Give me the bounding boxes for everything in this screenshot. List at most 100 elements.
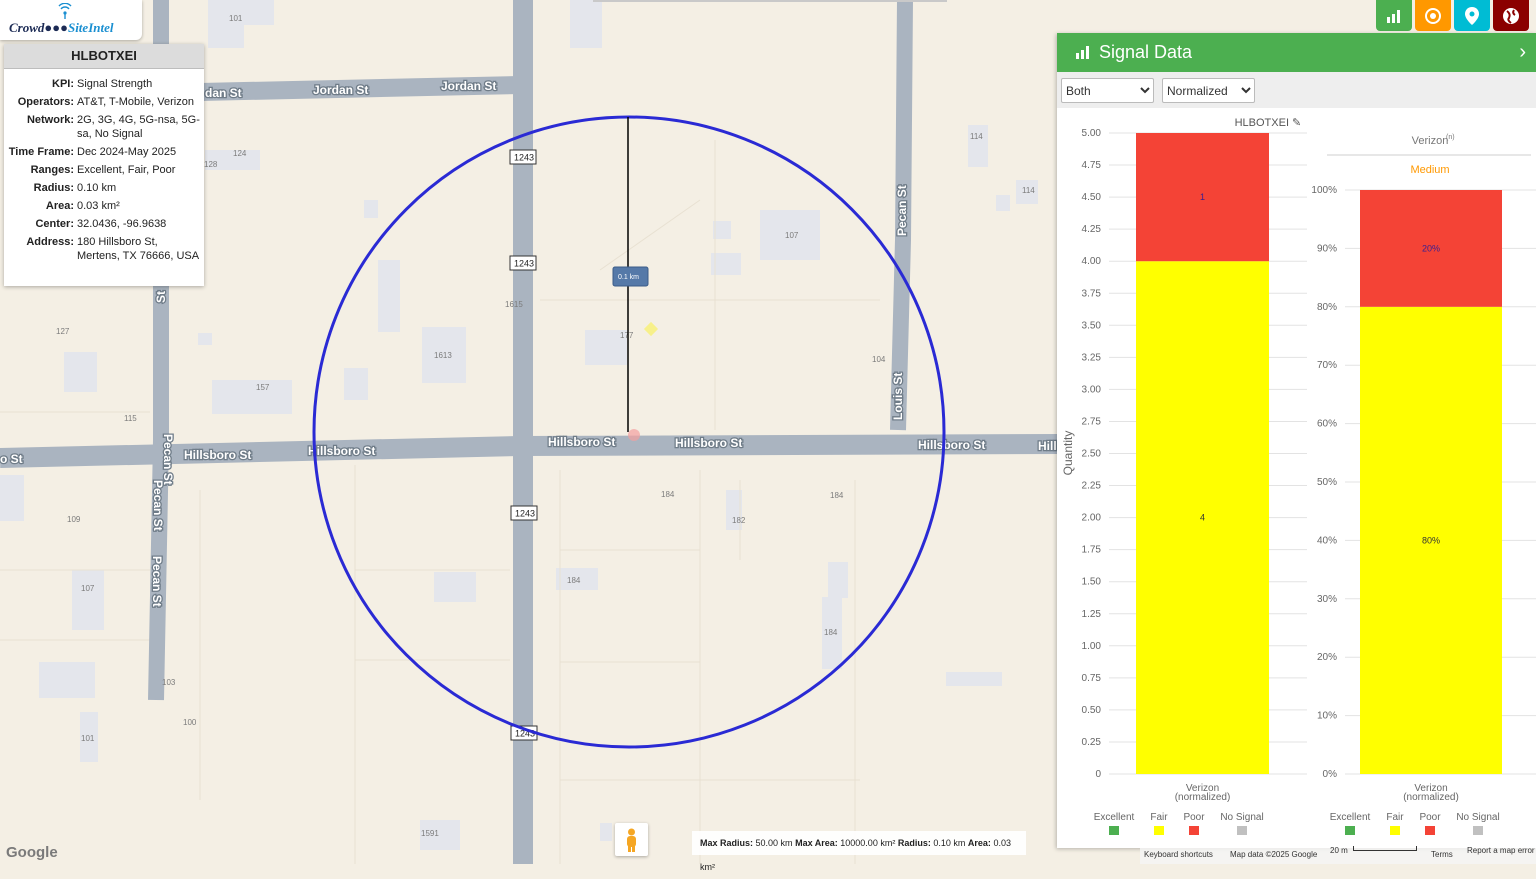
- y-tick-label: 60%: [1317, 419, 1337, 430]
- target-icon: [1425, 7, 1441, 24]
- info-key: Network:: [26, 114, 74, 126]
- map-footer: Keyboard shortcuts Map data ©2025 Google…: [1140, 846, 1536, 864]
- measurement-info: Max Radius: 50.00 km Max Area: 10000.00 …: [692, 831, 1026, 872]
- info-row: Center: 32.0436, -96.9638: [4, 217, 200, 231]
- y-tick-label: 100%: [1311, 185, 1337, 196]
- signal-charts: 0 0.25 0.50 0.75 1.00 1.25 1.50 1.75 2.00 2.25 2.5…: [1061, 117, 1536, 835]
- y-tick-label: 0.75: [1082, 673, 1102, 684]
- street-view-button[interactable]: [615, 823, 648, 856]
- people-icon: ●●●: [44, 20, 68, 35]
- globe-button[interactable]: [1493, 0, 1529, 31]
- y-tick-label: 50%: [1317, 477, 1337, 488]
- chart-title: Verizon: [1412, 135, 1449, 147]
- info-row: Time Frame: Dec 2024-May 2025: [4, 145, 200, 159]
- y-tick-label: 3.50: [1082, 320, 1102, 331]
- info-value: 0.10 km: [77, 182, 117, 194]
- y-tick-label: 3.00: [1082, 384, 1102, 395]
- y-tick-label: 1.75: [1082, 545, 1102, 556]
- map-data-text: Map data ©2025 Google: [1230, 850, 1318, 859]
- legend-label: Poor: [1419, 812, 1441, 823]
- street-label: Pecan St: [151, 480, 165, 531]
- y-tick-label: 2.25: [1082, 481, 1102, 492]
- legend-label: No Signal: [1456, 812, 1499, 823]
- svg-text:1243: 1243: [514, 153, 534, 163]
- mode-select[interactable]: Normalized: [1162, 78, 1255, 103]
- y-tick-label: 30%: [1317, 594, 1337, 605]
- keyboard-shortcuts-link[interactable]: Keyboard shortcuts: [1144, 850, 1213, 859]
- network-select[interactable]: Both: [1061, 78, 1154, 103]
- info-key: Radius:: [33, 182, 74, 194]
- location-button[interactable]: [1454, 0, 1490, 31]
- street-label: Louis St: [891, 373, 905, 420]
- y-axis-label: Quantity: [1061, 431, 1075, 476]
- y-tick-label: 10%: [1317, 711, 1337, 722]
- street-label: Jordan St: [441, 79, 496, 93]
- terms-link[interactable]: Terms: [1431, 850, 1453, 859]
- y-tick-label: 70%: [1317, 360, 1337, 371]
- y-tick-label: 3.75: [1082, 288, 1102, 299]
- antenna-icon: [58, 3, 72, 19]
- y-tick-label: 1.00: [1082, 641, 1102, 652]
- y-tick-label: 0.50: [1082, 705, 1102, 716]
- google-logo: Google: [6, 844, 58, 861]
- svg-text:1243: 1243: [514, 259, 534, 269]
- svg-text:104: 104: [872, 355, 886, 364]
- radius-label: 0.1 km: [612, 266, 649, 287]
- collapse-chevron-icon[interactable]: ›: [1519, 33, 1526, 72]
- info-key: Area:: [45, 200, 74, 212]
- y-tick-label: 90%: [1317, 243, 1337, 254]
- x-category-label: (normalized): [1175, 792, 1231, 803]
- info-key: Time Frame:: [8, 146, 74, 158]
- y-tick-label: 5.00: [1082, 128, 1102, 139]
- data-label: 20%: [1422, 243, 1440, 253]
- svg-text:114: 114: [1022, 186, 1035, 195]
- info-key: Operators:: [17, 96, 74, 108]
- y-tick-label: 2.00: [1082, 513, 1102, 524]
- info-row: KPI: Signal Strength: [4, 77, 200, 91]
- center-dot: [628, 429, 640, 441]
- svg-text:127: 127: [56, 327, 70, 336]
- app-logo[interactable]: Crowd●●●SiteIntel: [0, 0, 142, 40]
- svg-text:184: 184: [567, 576, 581, 585]
- logo-text-suffix: SiteIntel: [67, 20, 114, 35]
- street-label: dan St: [205, 86, 242, 100]
- info-row: Operators: AT&T, T-Mobile, Verizon: [4, 95, 200, 109]
- street-label: Hill: [1038, 439, 1057, 453]
- chart-title-sup: (n): [1446, 134, 1455, 141]
- edit-icon: ✎: [1292, 117, 1301, 129]
- data-label: 1: [1200, 192, 1205, 202]
- info-value: 2G, 3G, 4G, 5G-nsa, 5G-sa, No Signal: [77, 114, 200, 140]
- panel-controls: Both Normalized: [1057, 72, 1536, 108]
- chart-subtitle: Medium: [1410, 164, 1449, 176]
- panel-title: Signal Data: [1099, 42, 1193, 62]
- scale-bar: [1353, 846, 1417, 851]
- bar-chart-icon: [1076, 46, 1089, 59]
- info-row: Address: 180 Hillsboro St, Mertens, TX 76…: [4, 235, 200, 263]
- legend-label: Excellent: [1330, 812, 1371, 823]
- y-tick-label: 4.00: [1082, 256, 1102, 267]
- y-tick-label: 80%: [1317, 302, 1337, 313]
- info-value: Signal Strength: [77, 78, 153, 90]
- svg-text:124: 124: [233, 149, 247, 158]
- y-tick-label: 1.25: [1082, 609, 1102, 620]
- legend-label: Fair: [1150, 812, 1168, 823]
- svg-text:184: 184: [824, 628, 838, 637]
- legend-label: Poor: [1183, 812, 1205, 823]
- y-tick-label: 4.75: [1082, 160, 1102, 171]
- info-value: 32.0436, -96.9638: [77, 218, 167, 230]
- chart-toggle-button[interactable]: [1376, 0, 1412, 31]
- street-label: Jordan St: [313, 83, 368, 97]
- bar-chart-icon: [1387, 9, 1400, 23]
- svg-text:103: 103: [162, 678, 176, 687]
- svg-text:184: 184: [661, 490, 675, 499]
- report-error-link[interactable]: Report a map error: [1467, 846, 1535, 855]
- data-label: 4: [1200, 513, 1205, 523]
- info-value: Excellent, Fair, Poor: [77, 164, 176, 176]
- chart-title: HLBOTXEI: [1235, 117, 1289, 129]
- legend-swatch: [1425, 826, 1435, 835]
- legend-swatch: [1189, 826, 1199, 835]
- globe-icon: [1503, 7, 1519, 24]
- radius-tool-button[interactable]: [1415, 0, 1451, 31]
- svg-text:107: 107: [785, 231, 799, 240]
- svg-text:1243: 1243: [515, 509, 535, 519]
